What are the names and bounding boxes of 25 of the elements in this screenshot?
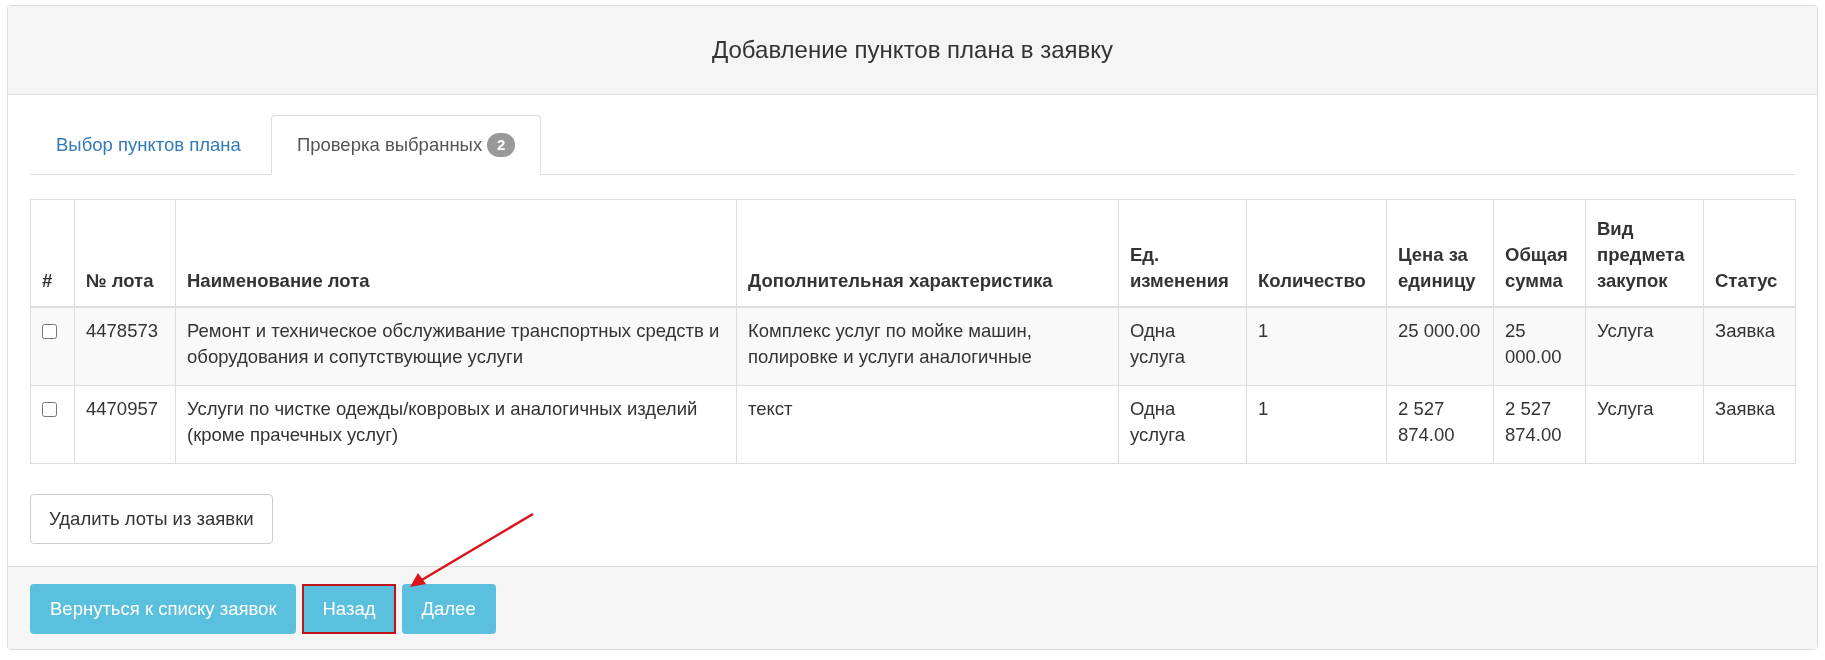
count-badge: 2 <box>487 133 516 157</box>
table-cell: 1 <box>1246 307 1387 386</box>
row-checkbox[interactable] <box>42 324 57 339</box>
table-cell: 25 000.00 <box>1386 307 1494 386</box>
table-cell: 4478573 <box>74 307 176 386</box>
table-cell: 1 <box>1246 385 1387 464</box>
table-cell: Заявка <box>1703 385 1796 464</box>
table-cell: Ремонт и техническое обслуживание транспортных средств и оборудования и сопутствующие услуги <box>175 307 737 386</box>
table-cell: Заявка <box>1703 307 1796 386</box>
tab[interactable]: Проверка выбранных 2 <box>270 115 542 175</box>
table-cell: 25 000.00 <box>1493 307 1586 386</box>
dialog-title: Добавление пунктов плана в заявку <box>711 36 1114 64</box>
table-cell: Услуги по чистке одежды/ковровых и аналогичных изделий (кроме прачечных услуг) <box>175 385 737 464</box>
table-cell: Одна услуга <box>1118 385 1247 464</box>
table-cell: Услуга <box>1585 307 1704 386</box>
table-cell: 2 527 874.00 <box>1386 385 1494 464</box>
table-cell: текст <box>736 385 1119 464</box>
table-cell: Комплекс услуг по мойке машин, полировке и услуги аналогичные <box>736 307 1119 386</box>
tab[interactable]: Выбор пунктов плана <box>30 115 267 175</box>
table-cell: 4470957 <box>74 385 176 464</box>
table-cell: Одна услуга <box>1118 307 1247 386</box>
delete-lots-button[interactable]: Удалить лоты из заявки <box>30 494 273 544</box>
table-cell: 2 527 874.00 <box>1493 385 1586 464</box>
table-cell: Услуга <box>1585 385 1704 464</box>
row-checkbox[interactable] <box>42 402 57 417</box>
